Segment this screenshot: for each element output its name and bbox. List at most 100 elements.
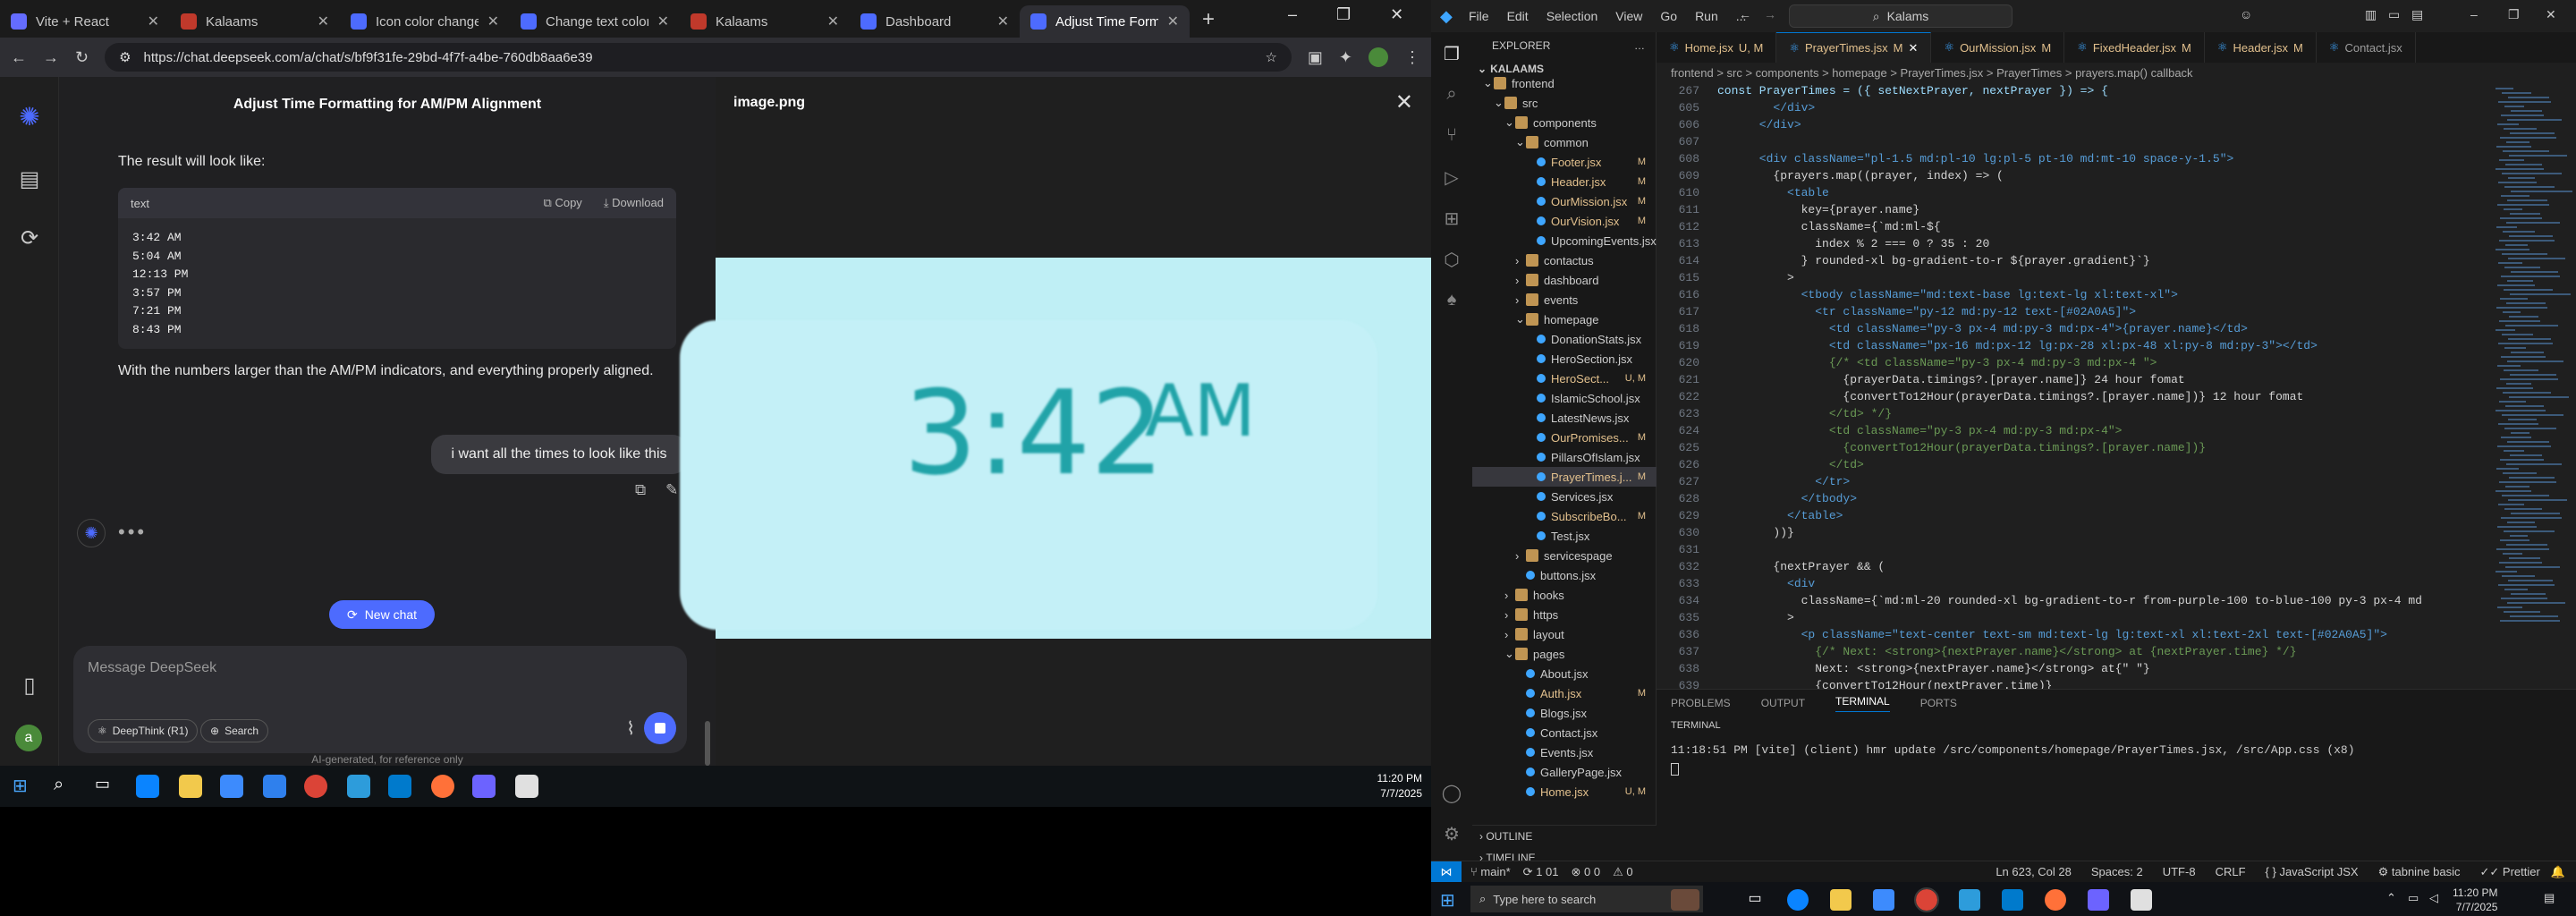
tree-file[interactable]: Services.jsx: [1472, 487, 1657, 506]
windows-start-icon[interactable]: ⊞: [13, 775, 36, 798]
app-icon[interactable]: [472, 775, 496, 798]
attach-icon[interactable]: ⌇: [626, 717, 635, 740]
status-sync[interactable]: ⟳ 1 01: [1523, 865, 1559, 879]
outline-header[interactable]: › OUTLINE: [1472, 826, 1657, 847]
browser-tab[interactable]: Kalaams ✕: [170, 5, 340, 38]
panel-tab[interactable]: PORTS: [1920, 697, 1957, 709]
close-icon[interactable]: ✕: [657, 13, 669, 30]
status-branch[interactable]: ⑂ main*: [1470, 865, 1511, 878]
mobile-app-icon[interactable]: ▯: [15, 673, 44, 701]
deepseek-logo-icon[interactable]: ✺: [15, 102, 44, 131]
remote-indicator-icon[interactable]: ⋈: [1431, 861, 1462, 883]
stop-button[interactable]: [644, 712, 676, 744]
editor-tab[interactable]: ⚛ Contact.jsx: [2317, 32, 2416, 63]
status-encoding[interactable]: UTF-8: [2163, 865, 2196, 878]
notifications-icon[interactable]: 🔔: [2551, 865, 2565, 879]
browser-tab-active[interactable]: Adjust Time Formattin ✕: [1020, 5, 1190, 38]
tree-file[interactable]: About.jsx: [1472, 664, 1657, 683]
editor-tab[interactable]: ⚛ FixedHeader.jsx M: [2064, 32, 2205, 63]
layout-icon[interactable]: ▤: [2411, 7, 2423, 22]
remote-icon[interactable]: ⬡: [1441, 249, 1462, 270]
layout-icon[interactable]: ▭: [2388, 7, 2400, 22]
message-input[interactable]: Message DeepSeek: [88, 660, 216, 676]
search-toggle[interactable]: ⊕ Search: [200, 719, 269, 742]
terminal-output[interactable]: 11:18:51 PM [vite] (client) hmr update /…: [1671, 743, 2355, 757]
panel-tab[interactable]: OUTPUT: [1761, 697, 1805, 709]
app-icon[interactable]: [2131, 889, 2152, 911]
site-info-icon[interactable]: ⚙: [119, 49, 131, 65]
tree-file[interactable]: buttons.jsx: [1472, 565, 1657, 585]
mail-icon[interactable]: [263, 775, 286, 798]
browser-menu-icon[interactable]: ⋮: [1404, 48, 1420, 67]
vscode-icon[interactable]: [2002, 889, 2023, 911]
tree-file[interactable]: OurVision.jsx M: [1472, 211, 1657, 231]
back-icon[interactable]: ←: [11, 48, 27, 67]
browser-tab[interactable]: Vite + React ✕: [0, 5, 170, 38]
tree-folder[interactable]: ⌄ frontend: [1472, 73, 1657, 93]
app-icon[interactable]: [347, 775, 370, 798]
tree-folder[interactable]: › contactus: [1472, 250, 1657, 270]
close-icon[interactable]: ✕: [997, 13, 1009, 30]
edge-icon[interactable]: [136, 775, 159, 798]
tree-folder[interactable]: › dashboard: [1472, 270, 1657, 290]
store-icon[interactable]: [1873, 889, 1894, 911]
new-chat-button[interactable]: ⟳ New chat: [329, 600, 435, 629]
app-icon[interactable]: [1959, 889, 1980, 911]
store-icon[interactable]: [220, 775, 243, 798]
windows-start-icon[interactable]: ⊞: [1440, 889, 1455, 912]
tree-file[interactable]: Home.jsx U, M: [1472, 782, 1657, 802]
minimize-icon[interactable]: –: [2470, 7, 2478, 21]
tree-file[interactable]: HeroSect... U, M: [1472, 369, 1657, 388]
app-icon[interactable]: [2088, 889, 2109, 911]
account-icon[interactable]: ◯: [1441, 782, 1462, 803]
edge-icon[interactable]: [1787, 889, 1809, 911]
tree-file[interactable]: UpcomingEvents.jsx: [1472, 231, 1657, 250]
status-language[interactable]: { } JavaScript JSX: [2266, 865, 2359, 878]
copy-message-icon[interactable]: ⧉: [635, 481, 646, 499]
chrome-icon[interactable]: [1914, 887, 1939, 912]
tree-folder[interactable]: › hooks: [1472, 585, 1657, 605]
task-view-icon[interactable]: ▭: [95, 775, 118, 798]
maximize-icon[interactable]: ❐: [2508, 7, 2520, 22]
menu-edit[interactable]: Edit: [1507, 9, 1529, 23]
layout-icon[interactable]: ▥: [2365, 7, 2377, 22]
tree-file[interactable]: GalleryPage.jsx: [1472, 762, 1657, 782]
profile-avatar[interactable]: [1368, 47, 1388, 67]
extensions-icon[interactable]: ⊞: [1441, 208, 1462, 229]
tree-file[interactable]: PrayerTimes.j... M: [1472, 467, 1657, 487]
tree-file[interactable]: OurMission.jsx M: [1472, 191, 1657, 211]
app-icon[interactable]: [515, 775, 538, 798]
menu-view[interactable]: View: [1615, 9, 1642, 23]
status-eol[interactable]: CRLF: [2216, 865, 2246, 878]
extension-icon[interactable]: ▣: [1308, 48, 1323, 67]
file-explorer-icon[interactable]: [179, 775, 202, 798]
tree-folder[interactable]: ⌄ pages: [1472, 644, 1657, 664]
network-icon[interactable]: ▭: [2408, 891, 2419, 905]
close-icon[interactable]: ✕: [148, 13, 159, 30]
minimap[interactable]: [2490, 82, 2576, 689]
status-problems[interactable]: ⊗ 0 0: [1572, 865, 1601, 879]
close-icon[interactable]: ✕: [1395, 89, 1413, 115]
source-control-icon[interactable]: ⑂: [1441, 125, 1462, 147]
browser-tab[interactable]: Kalaams ✕: [680, 5, 850, 38]
command-center-search[interactable]: ⌕ Kalams: [1789, 4, 2012, 28]
chrome-icon[interactable]: [304, 775, 327, 798]
tree-file[interactable]: SubscribeBo... M: [1472, 506, 1657, 526]
editor-tab[interactable]: ⚛ Home.jsx U, M: [1657, 32, 1777, 63]
settings-gear-icon[interactable]: ⚙: [1441, 823, 1462, 844]
avatar[interactable]: a: [15, 725, 42, 751]
tree-file[interactable]: Blogs.jsx: [1472, 703, 1657, 723]
panel-tab[interactable]: TERMINAL: [1835, 695, 1890, 712]
vscode-icon[interactable]: [388, 775, 411, 798]
explorer-icon[interactable]: ❐: [1441, 43, 1462, 64]
nav-back-icon[interactable]: ←: [1739, 7, 1751, 21]
close-icon[interactable]: ✕: [827, 13, 839, 30]
firefox-icon[interactable]: [2045, 889, 2066, 911]
tree-file[interactable]: HeroSection.jsx: [1472, 349, 1657, 369]
notification-center-icon[interactable]: ▤: [2544, 891, 2555, 905]
message-composer[interactable]: Message DeepSeek ⚛ DeepThink (R1) ⊕ Search…: [73, 646, 687, 753]
weather-widget-icon[interactable]: [1671, 889, 1699, 911]
copilot-icon[interactable]: ☺: [2240, 7, 2252, 21]
tree-folder[interactable]: ⌄ homepage: [1472, 310, 1657, 329]
extension-icon[interactable]: ✦: [1339, 48, 1352, 67]
